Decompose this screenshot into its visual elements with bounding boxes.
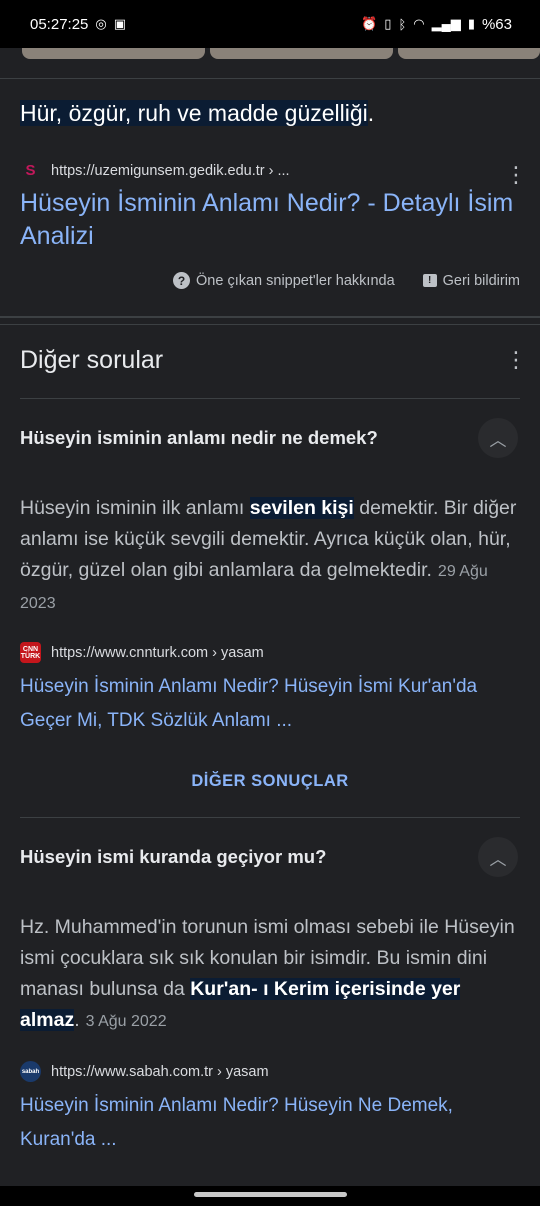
answer-1-text: Hüseyin isminin ilk anlamı sevilen kişi … (20, 497, 517, 612)
answer-2-link[interactable]: Hüseyin İsminin Anlamı Nedir? Hüseyin Ne… (20, 1089, 490, 1157)
chevron-up-icon[interactable]: ︿ (478, 418, 518, 458)
status-bar: 05:27:25 ◎ ▣ ⏰ ▯ ᛒ ◠ ▂▄▆ ▮ %63 (0, 0, 540, 48)
about-snippets-link[interactable]: ? Öne çıkan snippet'ler hakkında (173, 272, 395, 289)
more-options-icon[interactable]: ⋮ (505, 164, 527, 186)
wifi-icon: ◠ (413, 16, 425, 31)
sabah-favicon-icon: sabah (20, 1061, 41, 1082)
answer-2-text: Hz. Muhammed'in torunun ismi olması sebe… (20, 916, 515, 1031)
gedik-favicon-icon: S (20, 160, 41, 181)
carousel-image[interactable] (398, 48, 540, 59)
featured-highlight: Hür, özgür, ruh ve madde güzelliği (20, 100, 368, 126)
status-time: 05:27:25 (30, 15, 89, 33)
section-title: Diğer sorular (20, 346, 164, 374)
vibrate-icon: ▯ (384, 16, 392, 31)
answer-1-source[interactable]: CNN TÜRK https://www.cnnturk.com › yasam (20, 642, 264, 663)
source-url: https://uzemigunsem.gedik.edu.tr › ... (51, 162, 290, 179)
cnn-turk-favicon-icon: CNN TÜRK (20, 642, 41, 663)
question-1-header[interactable]: Hüseyin isminin anlamı nedir ne demek? (20, 427, 378, 449)
answer-2-date: 3 Ağu 2022 (85, 1013, 167, 1030)
answer-1-link[interactable]: Hüseyin İsminin Anlamı Nedir? Hüseyin İs… (20, 670, 520, 738)
more-results-button[interactable]: DİĞER SONUÇLAR (0, 772, 540, 791)
divider (20, 817, 520, 818)
image-carousel-strip[interactable] (0, 48, 540, 60)
featured-result-link[interactable]: Hüseyin İsminin Anlamı Nedir? - Detaylı … (20, 187, 513, 253)
source-url: https://www.sabah.com.tr › yasam (51, 1063, 269, 1080)
divider (20, 398, 520, 399)
hotspot-icon: ◎ (95, 16, 107, 31)
chevron-up-icon[interactable]: ︿ (478, 837, 518, 877)
snippet-meta-row: ? Öne çıkan snippet'ler hakkında ! Geri … (173, 272, 520, 289)
section-more-options-icon[interactable]: ⋮ (505, 349, 527, 371)
home-gesture-handle[interactable] (194, 1192, 347, 1197)
question-2-header[interactable]: Hüseyin ismi kuranda geçiyor mu? (20, 846, 326, 868)
help-icon: ? (173, 272, 191, 289)
section-divider (0, 316, 540, 318)
battery-percentage: %63 (481, 15, 512, 33)
alarm-icon: ⏰ (361, 16, 378, 31)
image-icon: ▣ (113, 16, 127, 31)
carousel-image[interactable] (210, 48, 393, 59)
section-divider (0, 324, 540, 325)
bluetooth-icon: ᛒ (398, 16, 407, 32)
feedback-link[interactable]: ! Geri bildirim (422, 273, 520, 289)
featured-snippet-text: Hür, özgür, ruh ve madde güzelliği. (20, 100, 375, 126)
featured-source[interactable]: S https://uzemigunsem.gedik.edu.tr › ... (20, 160, 290, 181)
divider (0, 78, 540, 79)
signal-icon: ▂▄▆ (431, 16, 461, 31)
answer-1-highlight: sevilen kişi (249, 497, 354, 519)
feedback-icon: ! (422, 274, 437, 287)
carousel-image[interactable] (22, 48, 205, 59)
battery-icon: ▮ (467, 16, 475, 31)
source-url: https://www.cnnturk.com › yasam (51, 644, 264, 661)
answer-2-source[interactable]: sabah https://www.sabah.com.tr › yasam (20, 1061, 269, 1082)
